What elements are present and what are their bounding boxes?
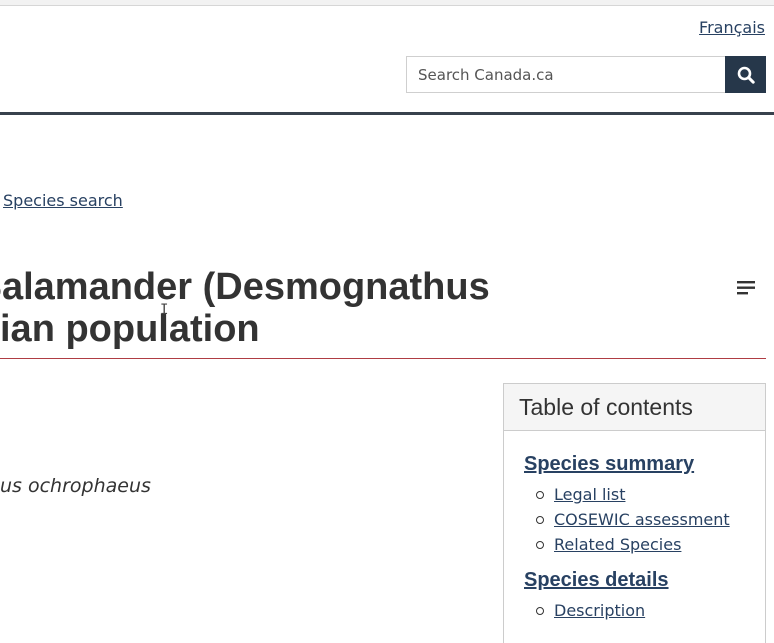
page: Français Species search Dusky Salamander… <box>0 0 774 643</box>
search-input[interactable] <box>406 56 726 93</box>
toc-body: Species summary Legal list COSEWIC asses… <box>504 431 765 623</box>
toc-section-species-details[interactable]: Species details <box>524 569 669 592</box>
list-item: Legal list <box>536 482 765 507</box>
page-title: Dusky Salamander (Desmognathus ian popul… <box>0 266 632 350</box>
toc-link-legal-list[interactable]: Legal list <box>554 485 625 504</box>
page-title-line-1: Dusky Salamander (Desmognathus <box>0 266 490 308</box>
text-cursor-icon: I <box>160 302 169 318</box>
list-item: Description <box>536 598 765 623</box>
page-title-line-2: ian population <box>0 308 260 350</box>
list-item: COSEWIC assessment <box>536 507 765 532</box>
header-divider <box>0 112 774 115</box>
breadcrumb-species-search[interactable]: Species search <box>3 191 123 210</box>
title-underline <box>0 358 766 359</box>
toc-title: Table of contents <box>519 394 693 420</box>
toc-link-related-species[interactable]: Related Species <box>554 535 681 554</box>
hamburger-menu-icon[interactable] <box>737 280 755 296</box>
top-divider <box>0 5 774 6</box>
toc-section-species-summary[interactable]: Species summary <box>524 453 694 476</box>
list-item: Related Species <box>536 532 765 557</box>
toc-header: Table of contents <box>504 384 765 431</box>
toc-list-species-details: Description <box>524 598 765 623</box>
search-button[interactable] <box>725 56 766 93</box>
toc-link-cosewic-assessment[interactable]: COSEWIC assessment <box>554 510 730 529</box>
search-form <box>406 56 766 93</box>
scientific-name: us ochrophaeus <box>0 475 151 497</box>
toc-link-description[interactable]: Description <box>554 601 645 620</box>
table-of-contents: Table of contents Species summary Legal … <box>503 383 766 643</box>
language-toggle-link[interactable]: Français <box>699 18 765 37</box>
toc-list-species-summary: Legal list COSEWIC assessment Related Sp… <box>524 482 765 557</box>
search-icon <box>737 66 755 84</box>
